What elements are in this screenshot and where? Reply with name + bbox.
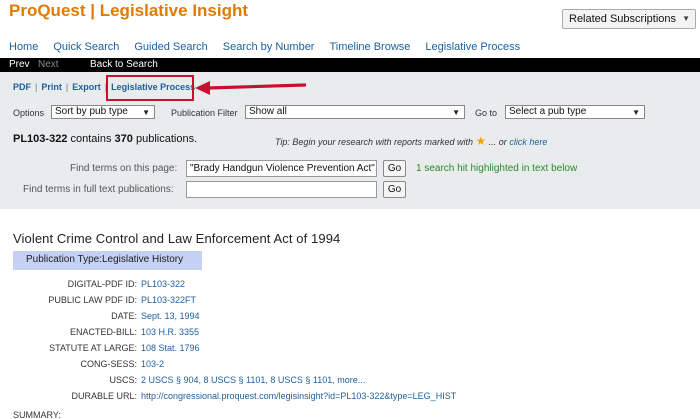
goto-select-value: Select a pub type: [509, 106, 587, 117]
search-hit-message: 1 search hit highlighted in text below: [416, 163, 578, 174]
publication-count: PL103-322 contains 370 publications.: [13, 133, 197, 145]
research-tip: Tip: Begin your research with reports ma…: [275, 134, 547, 148]
nav-legislative-process[interactable]: Legislative Process: [425, 41, 520, 53]
publication-filter-label: Publication Filter: [171, 108, 238, 118]
field-label: ENACTED-BILL:: [69, 327, 137, 337]
find-full-text-label: Find terms in full text publications:: [23, 184, 174, 195]
meta-row-enacted-bill: ENACTED-BILL: 103 H.R. 3355: [0, 327, 700, 340]
durable-url-link[interactable]: http://congressional.proquest.com/legisi…: [141, 391, 456, 401]
count-value: 370: [114, 133, 133, 145]
publication-filter-value: Show all: [249, 106, 287, 117]
chevron-down-icon: ▼: [682, 14, 690, 23]
print-link[interactable]: Print: [41, 82, 62, 92]
sort-select[interactable]: Sort by pub type ▼: [51, 105, 155, 119]
meta-row-statute-at-large: STATUTE AT LARGE: 108 Stat. 1796: [0, 343, 700, 356]
top-nav: Home Quick Search Guided Search Search b…: [9, 41, 520, 53]
digital-pdf-id-link[interactable]: PL103-322: [141, 279, 185, 289]
nav-home[interactable]: Home: [9, 41, 38, 53]
app-title: ProQuest | Legislative Insight: [9, 1, 249, 20]
find-full-text-go-button[interactable]: Go: [383, 181, 406, 198]
field-label: USCS:: [109, 375, 137, 385]
options-label: Options: [13, 108, 45, 118]
cong-sess-link[interactable]: 103-2: [141, 359, 164, 369]
publication-filter-select[interactable]: Show all ▼: [245, 105, 465, 119]
uscs-links[interactable]: 2 USCS § 904, 8 USCS § 1101, 8 USCS § 11…: [141, 375, 365, 385]
tip-middle: ... or: [488, 137, 507, 147]
tip-text: Tip: Begin your research with reports ma…: [275, 137, 473, 147]
meta-row-public-law-pdf-id: PUBLIC LAW PDF ID: PL103-322FT: [0, 295, 700, 308]
arrow-icon: [195, 81, 306, 95]
contains-text: contains: [70, 133, 112, 145]
document-title: Violent Crime Control and Law Enforcemen…: [13, 231, 341, 246]
statute-at-large-link[interactable]: 108 Stat. 1796: [141, 343, 200, 353]
sort-select-value: Sort by pub type: [55, 106, 128, 117]
field-label: STATUTE AT LARGE:: [49, 343, 137, 353]
related-subscriptions-label: Related Subscriptions: [569, 13, 677, 25]
chevron-down-icon: ▼: [452, 108, 460, 117]
find-full-text-input[interactable]: [186, 181, 377, 198]
field-label: DIGITAL-PDF ID:: [67, 279, 137, 289]
chevron-down-icon: ▼: [142, 108, 150, 117]
export-link[interactable]: Export: [72, 82, 101, 92]
divider: |: [35, 82, 38, 92]
next-link: Next: [38, 59, 59, 70]
highlight-box: [106, 75, 194, 101]
pdf-link[interactable]: PDF: [13, 82, 31, 92]
goto-pub-type-select[interactable]: Select a pub type ▼: [505, 105, 645, 119]
summary-label: SUMMARY:: [13, 410, 61, 419]
find-on-page-go-button[interactable]: Go: [383, 160, 406, 177]
find-on-page-input[interactable]: "Brady Handgun Violence Prevention Act": [186, 160, 377, 177]
publications-text: publications.: [135, 133, 198, 145]
related-subscriptions-dropdown[interactable]: Related Subscriptions ▼: [562, 9, 696, 29]
find-on-page-label: Find terms on this page:: [70, 163, 178, 174]
chevron-down-icon: ▼: [632, 108, 640, 117]
public-law-pdf-id-link[interactable]: PL103-322FT: [141, 295, 196, 305]
divider: |: [65, 82, 69, 92]
meta-row-cong-sess: CONG-SESS: 103-2: [0, 359, 700, 372]
click-here-link[interactable]: click here: [509, 137, 547, 147]
nav-quick-search[interactable]: Quick Search: [53, 41, 119, 53]
back-to-search-link[interactable]: Back to Search: [90, 59, 158, 70]
date-value: Sept. 13, 1994: [141, 311, 200, 321]
field-label: PUBLIC LAW PDF ID:: [48, 295, 137, 305]
goto-label: Go to: [475, 108, 498, 118]
field-label: CONG-SESS:: [80, 359, 137, 369]
publication-type-badge: Publication Type:Legislative History: [13, 251, 202, 270]
nav-search-by-number[interactable]: Search by Number: [223, 41, 315, 53]
enacted-bill-link[interactable]: 103 H.R. 3355: [141, 327, 199, 337]
star-icon: ★: [475, 134, 487, 148]
meta-row-date: DATE: Sept. 13, 1994: [0, 311, 700, 324]
meta-row-durable-url: DURABLE URL: http://congressional.proque…: [0, 391, 700, 404]
prev-link[interactable]: Prev: [9, 59, 30, 70]
meta-row-digital-pdf-id: DIGITAL-PDF ID: PL103-322: [0, 279, 700, 292]
meta-row-uscs: USCS: 2 USCS § 904, 8 USCS § 1101, 8 USC…: [0, 375, 700, 388]
public-law-id: PL103-322: [13, 133, 68, 145]
field-label: DATE:: [111, 311, 137, 321]
field-label: DURABLE URL:: [71, 391, 137, 401]
nav-guided-search[interactable]: Guided Search: [134, 41, 207, 53]
nav-timeline-browse[interactable]: Timeline Browse: [329, 41, 410, 53]
pager-bar: Prev Next Back to Search: [0, 58, 700, 72]
